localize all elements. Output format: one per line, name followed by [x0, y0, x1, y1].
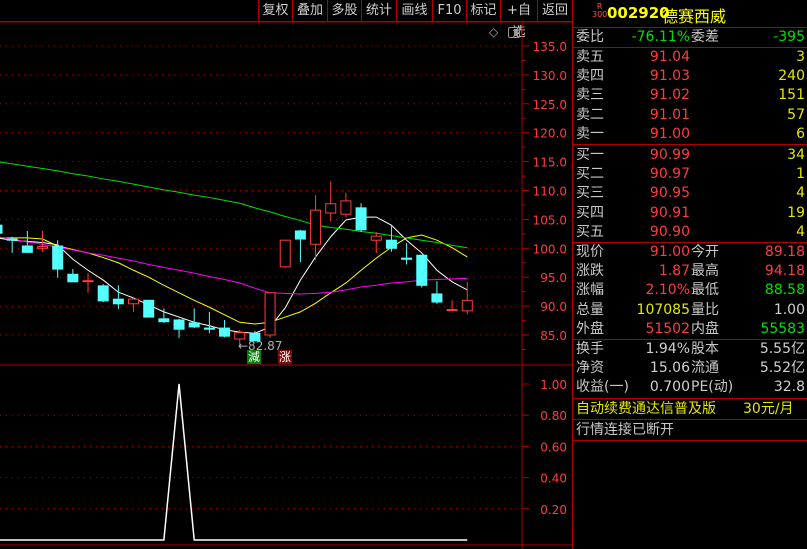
y-tick-label: 85.0 [540, 329, 567, 343]
candle-body [67, 273, 79, 283]
weibi-row: 委比 -76.11% 委差 -395 [576, 29, 805, 45]
candle-body [401, 257, 413, 260]
candle-body [52, 245, 64, 270]
quote-row: 总量 107085 量比 1.00 [576, 301, 805, 318]
buy-row: 买二 90.97 1 [576, 166, 805, 183]
indicator-tick-label: 1.00 [540, 378, 567, 392]
indicator-line [0, 383, 468, 541]
candle-body [340, 200, 352, 215]
candle-body [431, 293, 443, 303]
connection-status: 行情连接已断开 [576, 422, 674, 438]
candle-body [279, 239, 291, 268]
candle-body [446, 309, 458, 312]
candle-body [355, 207, 367, 231]
quote-row: 涨幅 2.10% 最低 88.58 [576, 282, 805, 299]
candle-body [188, 322, 200, 328]
quote-row: 涨跌 1.87 最高 94.18 [576, 263, 805, 280]
candle-body [0, 224, 3, 234]
quote-row: 现价 91.00 今开 89.18 [576, 244, 805, 260]
fund-row: 换手 1.94% 股本 5.55亿 [576, 341, 805, 357]
indicator-tick-label: 0.60 [540, 440, 567, 454]
y-tick-label: 95.0 [540, 271, 567, 285]
indicator-tick-label: 0.40 [540, 472, 567, 486]
ma-line-2 [0, 236, 468, 295]
y-tick-label: 135.0 [533, 40, 567, 54]
promo-banner[interactable]: 自动续费通达信普及版 30元/月 [573, 400, 807, 419]
candle-body [416, 254, 428, 286]
kline-chart[interactable]: 135.0 130.0 125.0 120.0 115.0 110.0 105.0 100.0… [0, 0, 573, 549]
signal-decrease-badge: 減 [247, 350, 261, 364]
y-tick-label: 100.0 [533, 242, 567, 256]
sell-row: 卖二 91.01 57 [576, 106, 805, 123]
buy-row: 买一 90.99 34 [576, 147, 805, 163]
diamond-icon[interactable]: ◇ [489, 25, 498, 39]
y-tick-label: 125.0 [533, 98, 567, 112]
candle-body [264, 292, 276, 336]
candle-body [82, 280, 94, 283]
panel-toggle-icon[interactable] [508, 27, 520, 38]
candle-body [128, 298, 140, 305]
quote-row: 外盘 51502 内盘 55583 [576, 320, 805, 337]
y-tick-label: 110.0 [533, 185, 567, 199]
sell-row: 卖一 91.00 6 [576, 125, 805, 142]
candle-body [203, 327, 215, 330]
candle-body [219, 327, 231, 337]
fund-row: 净资 15.06 流通 5.52亿 [576, 360, 805, 377]
candle-body [112, 298, 124, 305]
candle-body [461, 299, 473, 312]
ma-line-3 [0, 161, 468, 249]
candle-body [385, 239, 397, 249]
y-tick-label: 130.0 [533, 69, 567, 83]
y-tick-label: 90.0 [540, 300, 567, 314]
sell-row: 卖五 91.04 3 [576, 49, 805, 65]
y-tick-label: 120.0 [533, 127, 567, 141]
y-tick-label: 105.0 [533, 213, 567, 227]
candle-body [97, 285, 109, 302]
candle-body [21, 245, 33, 253]
candle-body [325, 203, 337, 214]
candle-body [310, 209, 322, 245]
buy-row: 买四 90.91 19 [576, 204, 805, 221]
candle-body [173, 319, 185, 330]
stock-name: 德赛西威 [662, 7, 727, 26]
candle-body [158, 318, 170, 323]
candle-body [294, 230, 306, 240]
sell-row: 卖三 91.02 151 [576, 87, 805, 104]
indicator-tick-label: 0.20 [540, 503, 567, 517]
index-badge: R 300 [592, 2, 608, 19]
y-tick-label: 115.0 [533, 156, 567, 170]
sell-row: 卖四 91.03 240 [576, 68, 805, 85]
indicator-tick-label: 0.80 [540, 409, 567, 423]
stock-code: 002920 [607, 4, 670, 22]
buy-row: 买三 90.95 4 [576, 185, 805, 202]
fund-row: 收益(一) 0.700 PE(动) 32.8 [576, 379, 805, 396]
candle-body [370, 235, 382, 241]
candle-body [6, 238, 18, 241]
buy-row: 买五 90.90 4 [576, 223, 805, 240]
signal-increase-badge: 涨 [278, 350, 292, 364]
candle-body [143, 299, 155, 318]
candle-body [37, 246, 49, 249]
